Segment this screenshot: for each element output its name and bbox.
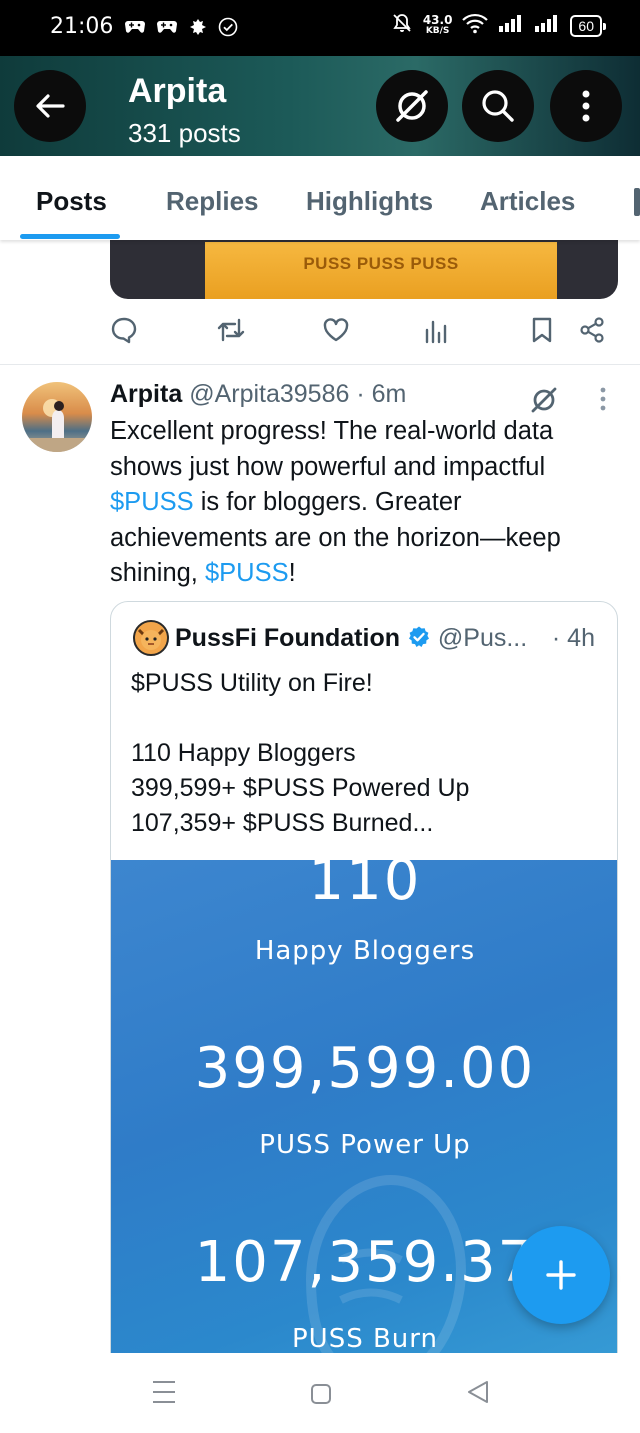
quote-time: · 4h xyxy=(551,624,595,652)
author-name[interactable]: Arpita xyxy=(110,380,182,408)
profile-tabs: Posts Replies Highlights Articles xyxy=(0,156,640,240)
grok-icon xyxy=(396,90,428,122)
network-speed: 43.0 KB/S xyxy=(422,12,453,37)
more-vertical-icon xyxy=(582,90,590,122)
tab-highlights[interactable]: Highlights xyxy=(306,186,433,217)
page-title: Arpita xyxy=(128,72,227,110)
arrow-left-icon xyxy=(36,94,65,118)
plus-icon xyxy=(546,1260,576,1290)
quote-author-name: PussFi Foundation xyxy=(175,624,400,652)
stat-burn-label: PUSS Burn xyxy=(291,1324,438,1354)
signal-icon xyxy=(498,13,524,38)
search-icon xyxy=(482,90,514,122)
more-options-button[interactable] xyxy=(550,70,622,142)
more-vertical-icon[interactable] xyxy=(598,386,608,417)
stat-bloggers-label: Happy Bloggers xyxy=(254,936,476,966)
avatar[interactable] xyxy=(22,382,92,452)
tab-articles[interactable]: Articles xyxy=(480,186,575,217)
quote-text: $PUSS Utility on Fire! 110 Happy Blogger… xyxy=(131,669,470,837)
repost-icon[interactable] xyxy=(216,316,246,349)
tab-posts[interactable]: Posts xyxy=(36,186,107,217)
like-icon[interactable] xyxy=(322,316,350,349)
wifi-icon xyxy=(462,12,489,39)
tab-replies[interactable]: Replies xyxy=(166,186,259,217)
grok-button[interactable] xyxy=(376,70,448,142)
speed-value: 43.0 xyxy=(422,12,453,27)
post-text-part: ! xyxy=(288,559,296,587)
cashtag-link[interactable]: $PUSS xyxy=(205,559,289,587)
stat-bloggers-value: 110 xyxy=(308,848,422,913)
tab-media-partial[interactable] xyxy=(634,188,640,216)
back-button[interactable] xyxy=(14,70,86,142)
views-icon[interactable] xyxy=(424,316,448,349)
speed-unit: KB/S xyxy=(425,25,450,36)
search-button[interactable] xyxy=(462,70,534,142)
battery-indicator: 60 xyxy=(570,14,606,37)
profile-header: Arpita 331 posts xyxy=(0,56,640,156)
system-nav-bar xyxy=(0,1353,640,1433)
post-count: 331 posts xyxy=(128,118,241,148)
quote-image[interactable]: 110 Happy Bloggers 399,599.00 PUSS Power… xyxy=(111,848,617,1420)
reply-icon[interactable] xyxy=(110,316,138,349)
back-triangle-icon[interactable] xyxy=(466,1379,490,1410)
cashtag-link[interactable]: $PUSS xyxy=(110,488,194,516)
stat-power-up-value: 399,599.00 xyxy=(194,1036,536,1101)
game-controller-icon xyxy=(156,18,178,39)
signal-icon xyxy=(534,13,560,38)
status-time: 21:06 xyxy=(50,14,114,39)
post-actions xyxy=(110,312,610,352)
verified-badge-icon xyxy=(407,625,431,656)
post-text-part: Excellent progress! The real-world data … xyxy=(110,417,554,481)
game-controller-icon xyxy=(124,18,146,39)
home-square-icon[interactable] xyxy=(310,1383,332,1410)
media-box: PUSS PUSS PUSS xyxy=(205,242,557,299)
share-icon[interactable] xyxy=(578,316,606,349)
mute-icon xyxy=(391,12,413,39)
post-header: Arpita @Arpita39586 · 6m xyxy=(110,380,406,409)
status-bar: 21:06 43.0 KB/S 60 xyxy=(0,0,640,56)
post-divider xyxy=(0,364,640,365)
quote-avatar xyxy=(133,620,169,656)
check-circle-icon xyxy=(218,17,238,42)
post-text: Excellent progress! The real-world data … xyxy=(110,414,620,592)
media-label: PUSS PUSS PUSS xyxy=(303,254,459,273)
active-tab-indicator xyxy=(20,234,120,239)
bookmark-icon[interactable] xyxy=(530,316,554,349)
compose-button[interactable] xyxy=(512,1226,610,1324)
app-notification-icon xyxy=(188,18,208,41)
stat-power-up-label: PUSS Power Up xyxy=(259,1130,471,1160)
menu-icon[interactable] xyxy=(152,1379,176,1410)
quote-header: PussFi Foundation @Pus... xyxy=(175,624,527,656)
author-handle-time[interactable]: @Arpita39586 · 6m xyxy=(189,380,406,408)
quote-handle: @Pus... xyxy=(437,624,528,652)
